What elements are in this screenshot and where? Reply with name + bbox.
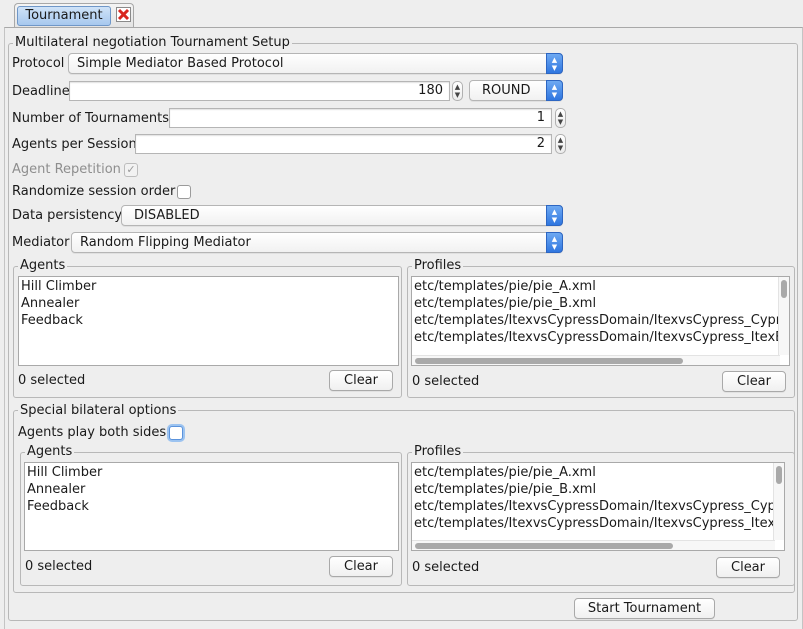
deadline-label: Deadline — [12, 84, 70, 99]
agents-selected-count: 0 selected — [18, 373, 86, 388]
list-item[interactable]: etc/templates/ItexvsCypressDomain/Itexvs… — [414, 498, 784, 515]
mediator-value: Random Flipping Mediator — [80, 235, 251, 250]
list-item[interactable]: Annealer — [21, 295, 79, 312]
agents-per-session-label: Agents per Session — [12, 137, 137, 152]
scrollbar-thumb[interactable] — [415, 358, 683, 364]
both-sides-label: Agents play both sides — [18, 425, 167, 440]
bilateral-title: Special bilateral options — [18, 403, 179, 419]
scrollbar-thumb[interactable] — [415, 543, 673, 549]
bilateral-profiles-selected-count: 0 selected — [412, 560, 480, 575]
list-item[interactable]: Hill Climber — [21, 278, 96, 295]
deadline-unit-value: ROUND — [482, 83, 531, 98]
bilateral-agents-list[interactable]: Hill Climber Annealer Feedback — [24, 462, 399, 551]
list-item[interactable]: etc/templates/ItexvsCypressDomain/Itexvs… — [414, 312, 789, 329]
tournaments-input[interactable]: 1 — [169, 108, 552, 128]
profiles-clear-button[interactable]: Clear — [722, 371, 786, 392]
persistency-label: Data persistency — [12, 208, 123, 223]
tab-tournament-label[interactable]: Tournament — [17, 6, 111, 26]
deadline-value: 180 — [418, 83, 443, 98]
list-item[interactable]: etc/templates/pie/pie_A.xml — [414, 278, 596, 295]
protocol-label: Protocol — [12, 56, 65, 71]
chevron-updown-icon: ▲ ▼ — [546, 53, 563, 74]
setup-title: Multilateral negotiation Tournament Setu… — [13, 35, 292, 51]
profiles-selected-count: 0 selected — [412, 374, 480, 389]
list-item[interactable]: Feedback — [27, 498, 89, 515]
profiles-group-title: Profiles — [412, 258, 464, 274]
profiles-vertical-scrollbar[interactable] — [778, 277, 789, 355]
list-item[interactable]: etc/templates/ItexvsCypressDomain/Itexvs… — [414, 515, 784, 532]
randomize-label: Randomize session order — [12, 184, 176, 199]
persistency-value: DISABLED — [134, 208, 200, 223]
persistency-select[interactable]: DISABLED ▲ ▼ — [121, 205, 563, 226]
tab-strip: Tournament — [0, 0, 803, 28]
agents-group-title: Agents — [18, 258, 68, 274]
bilateral-profiles-list[interactable]: etc/templates/pie/pie_A.xml etc/template… — [411, 462, 785, 551]
list-item[interactable]: etc/templates/pie/pie_B.xml — [414, 481, 596, 498]
deadline-unit-select[interactable]: ROUND ▲ ▼ — [469, 80, 563, 101]
bilateral-agents-selected-count: 0 selected — [25, 559, 93, 574]
agents-per-session-value: 2 — [536, 136, 545, 151]
agents-per-session-stepper[interactable]: ▲ ▼ — [555, 134, 566, 154]
scrollbar-thumb[interactable] — [781, 280, 787, 298]
profiles-horizontal-scrollbar[interactable] — [412, 355, 780, 365]
randomize-checkbox[interactable] — [177, 185, 191, 199]
profiles-list[interactable]: etc/templates/pie/pie_A.xml etc/template… — [411, 276, 790, 366]
start-tournament-button[interactable]: Start Tournament — [574, 598, 715, 619]
chevron-updown-icon: ▲ ▼ — [546, 232, 563, 253]
agent-repetition-checkbox[interactable]: ✓ — [124, 163, 138, 177]
scrollbar-thumb[interactable] — [776, 466, 782, 484]
agents-per-session-input[interactable]: 2 — [135, 134, 552, 154]
list-item[interactable]: Feedback — [21, 312, 83, 329]
bilateral-profiles-clear-button[interactable]: Clear — [716, 557, 780, 578]
close-icon[interactable] — [116, 7, 131, 22]
agent-repetition-label: Agent Repetition — [12, 162, 121, 177]
deadline-stepper[interactable]: ▲ ▼ — [452, 81, 463, 101]
mediator-select[interactable]: Random Flipping Mediator ▲ ▼ — [71, 232, 563, 253]
tournaments-stepper[interactable]: ▲ ▼ — [555, 108, 566, 128]
list-item[interactable]: etc/templates/ItexvsCypressDomain/Itexvs… — [414, 329, 789, 346]
tournaments-value: 1 — [536, 110, 545, 125]
mediator-label: Mediator — [12, 235, 70, 250]
list-item[interactable]: etc/templates/pie/pie_A.xml — [414, 464, 596, 481]
both-sides-checkbox[interactable] — [169, 426, 183, 440]
bilateral-agents-title: Agents — [25, 444, 75, 460]
list-item[interactable]: etc/templates/pie/pie_B.xml — [414, 295, 596, 312]
chevron-updown-icon: ▲ ▼ — [546, 205, 563, 226]
tab-tournament[interactable]: Tournament — [14, 3, 134, 27]
bilateral-agents-clear-button[interactable]: Clear — [329, 556, 393, 577]
agents-list[interactable]: Hill Climber Annealer Feedback — [18, 276, 399, 366]
bilateral-profiles-title: Profiles — [412, 444, 464, 460]
agents-clear-button[interactable]: Clear — [329, 370, 393, 391]
list-item[interactable]: Hill Climber — [27, 464, 102, 481]
bilateral-profiles-horizontal-scrollbar[interactable] — [412, 540, 775, 550]
deadline-input[interactable]: 180 — [69, 81, 450, 101]
protocol-value: Simple Mediator Based Protocol — [77, 56, 284, 71]
tournaments-label: Number of Tournaments — [12, 111, 170, 126]
chevron-updown-icon: ▲ ▼ — [546, 80, 563, 101]
list-item[interactable]: Annealer — [27, 481, 85, 498]
protocol-select[interactable]: Simple Mediator Based Protocol ▲ ▼ — [68, 53, 563, 74]
bilateral-profiles-vertical-scrollbar[interactable] — [773, 463, 784, 540]
